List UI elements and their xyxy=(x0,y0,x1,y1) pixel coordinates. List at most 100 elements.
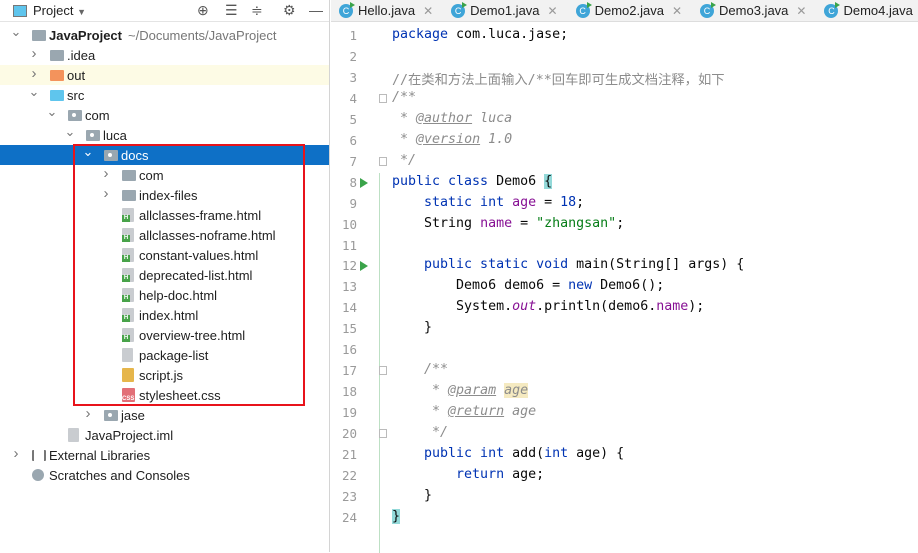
tree-item[interactable]: index.html xyxy=(0,305,329,325)
pkg-icon xyxy=(104,149,118,161)
code-line[interactable]: /** xyxy=(392,362,448,377)
item-name: Scratches and Consoles xyxy=(49,467,190,483)
chevron-right-icon[interactable]: › xyxy=(100,165,112,182)
tree-item[interactable]: overview-tree.html xyxy=(0,325,329,345)
collapse-all-icon[interactable]: ≑ xyxy=(251,2,263,19)
tree-item[interactable]: JavaProject.iml xyxy=(0,425,329,445)
chevron-down-icon[interactable]: ⌄ xyxy=(82,144,94,160)
code-line[interactable]: /** xyxy=(392,90,416,105)
code-token: { xyxy=(544,173,553,189)
close-icon[interactable]: ✕ xyxy=(423,4,433,18)
chevron-right-icon[interactable]: › xyxy=(28,45,40,62)
locate-icon[interactable]: ⊕ xyxy=(197,2,209,19)
code-line[interactable]: public class Demo6 { xyxy=(392,173,553,189)
run-icon[interactable] xyxy=(360,261,368,272)
tree-item[interactable]: ⌄ luca xyxy=(0,124,329,145)
run-icon[interactable] xyxy=(360,177,368,188)
code-line[interactable]: return age; xyxy=(392,467,544,482)
close-icon[interactable]: ✕ xyxy=(796,4,806,18)
fold-icon[interactable] xyxy=(379,366,387,376)
tree-item[interactable]: › .idea xyxy=(0,45,329,65)
pkg-icon xyxy=(104,409,118,421)
code-line[interactable]: * @author luca xyxy=(392,111,512,126)
code-line[interactable]: * @version 1.0 xyxy=(392,132,512,147)
tree-item[interactable]: ⌄ src xyxy=(0,84,329,105)
fold-icon[interactable] xyxy=(379,156,387,166)
code-line[interactable]: package com.luca.jase; xyxy=(392,27,568,42)
tree-item[interactable]: › out xyxy=(0,65,329,85)
tab-hello-java[interactable]: C Hello.java ✕ xyxy=(331,0,443,21)
gear-icon[interactable]: ⚙ xyxy=(283,2,296,19)
code-line[interactable]: } xyxy=(392,508,401,524)
code-token: return xyxy=(392,466,505,482)
code-token: public static void xyxy=(392,257,569,273)
code-token: age) { xyxy=(568,446,625,461)
tree-item[interactable]: deprecated-list.html xyxy=(0,265,329,285)
code-token: /** xyxy=(392,362,449,378)
line-number: 19 xyxy=(341,405,357,421)
expand-all-icon[interactable]: ☰ xyxy=(225,2,238,19)
chevron-down-icon[interactable]: ⌄ xyxy=(28,84,40,100)
tree-item[interactable]: script.js xyxy=(0,365,329,385)
tree-item[interactable]: ⌄ JavaProject ~/Documents/JavaProject xyxy=(0,24,329,45)
tree-item[interactable]: ⌄ com xyxy=(0,104,329,125)
line-number: 22 xyxy=(341,467,357,483)
code-token: ); xyxy=(688,299,705,315)
tab-label: Demo3.java xyxy=(719,3,789,18)
tree-item[interactable]: › External Libraries xyxy=(0,445,329,465)
fold-icon[interactable] xyxy=(379,93,387,103)
code-line[interactable]: static int age = 18; xyxy=(392,195,584,210)
tree-item-label: constant-values.html xyxy=(139,248,258,263)
chevron-right-icon[interactable]: › xyxy=(28,65,40,82)
minimize-icon[interactable]: — xyxy=(309,2,323,18)
code-line[interactable]: */ xyxy=(392,153,416,168)
tree-item[interactable]: allclasses-noframe.html xyxy=(0,225,329,245)
code-line[interactable]: public int add(int age) { xyxy=(392,446,624,461)
line-number: 2 xyxy=(349,48,357,64)
tree-item[interactable]: Scratches and Consoles xyxy=(0,465,329,485)
item-name: help-doc.html xyxy=(139,287,218,303)
code-editor[interactable]: 1 package com.luca.jase; 2 3//在类和方法上面输入/**回… xyxy=(331,23,918,553)
code-line[interactable]: System.out.println(demo6.name); xyxy=(392,299,704,314)
java-class-icon: C xyxy=(451,1,468,18)
tree-item[interactable]: constant-values.html xyxy=(0,245,329,265)
tree-item[interactable]: help-doc.html xyxy=(0,285,329,305)
close-icon[interactable]: ✕ xyxy=(672,4,682,18)
tree-item[interactable]: stylesheet.css xyxy=(0,385,329,405)
code-line[interactable]: //在类和方法上面输入/**回车即可生成文档注释，如下 xyxy=(392,69,725,88)
tree-item[interactable]: › index-files xyxy=(0,185,329,205)
tree-item[interactable]: ⌄ docs xyxy=(0,144,329,165)
code-line[interactable]: public static void main(String[] args) { xyxy=(392,257,744,272)
tree-item[interactable]: › com xyxy=(0,165,329,185)
chevron-right-icon[interactable]: › xyxy=(10,445,22,462)
close-icon[interactable]: ✕ xyxy=(548,4,558,18)
chevron-down-icon[interactable]: ⌄ xyxy=(46,104,58,120)
tab-demo3-java[interactable]: C Demo3.java ✕ xyxy=(692,0,816,21)
tree-item[interactable]: allclasses-frame.html xyxy=(0,205,329,225)
code-line[interactable]: } xyxy=(392,320,432,335)
tree-item[interactable]: › jase xyxy=(0,405,329,425)
code-line[interactable]: * @return age xyxy=(392,404,536,419)
code-token: */ xyxy=(392,152,417,168)
code-line[interactable]: } xyxy=(392,488,432,503)
tab-demo2-java[interactable]: C Demo2.java ✕ xyxy=(568,0,692,21)
tree-item-label: stylesheet.css xyxy=(139,388,221,403)
chevron-down-icon[interactable]: ⌄ xyxy=(64,124,76,140)
code-line[interactable]: * @param age xyxy=(392,383,529,399)
chevron-down-icon[interactable]: ⌄ xyxy=(10,24,22,40)
code-line[interactable]: Demo6 demo6 = new Demo6(); xyxy=(392,278,664,293)
chevron-right-icon[interactable]: › xyxy=(82,405,94,422)
line-number: 14 xyxy=(341,300,357,316)
tab-demo1-java[interactable]: C Demo1.java ✕ xyxy=(443,0,567,21)
project-view-selector[interactable]: Project ▼ xyxy=(33,3,86,18)
tab-demo4-java[interactable]: CDemo4.java✕ xyxy=(816,0,918,21)
code-token: ; xyxy=(576,194,585,210)
item-name: jase xyxy=(121,407,145,423)
chevron-right-icon[interactable]: › xyxy=(100,185,112,202)
tree-item[interactable]: package-list xyxy=(0,345,329,365)
fold-icon[interactable] xyxy=(379,429,387,439)
code-token: @param xyxy=(448,383,497,399)
code-line[interactable]: */ xyxy=(392,425,448,440)
code-line[interactable]: String name = "zhangsan"; xyxy=(392,216,624,231)
tree-item-label: script.js xyxy=(139,368,183,383)
